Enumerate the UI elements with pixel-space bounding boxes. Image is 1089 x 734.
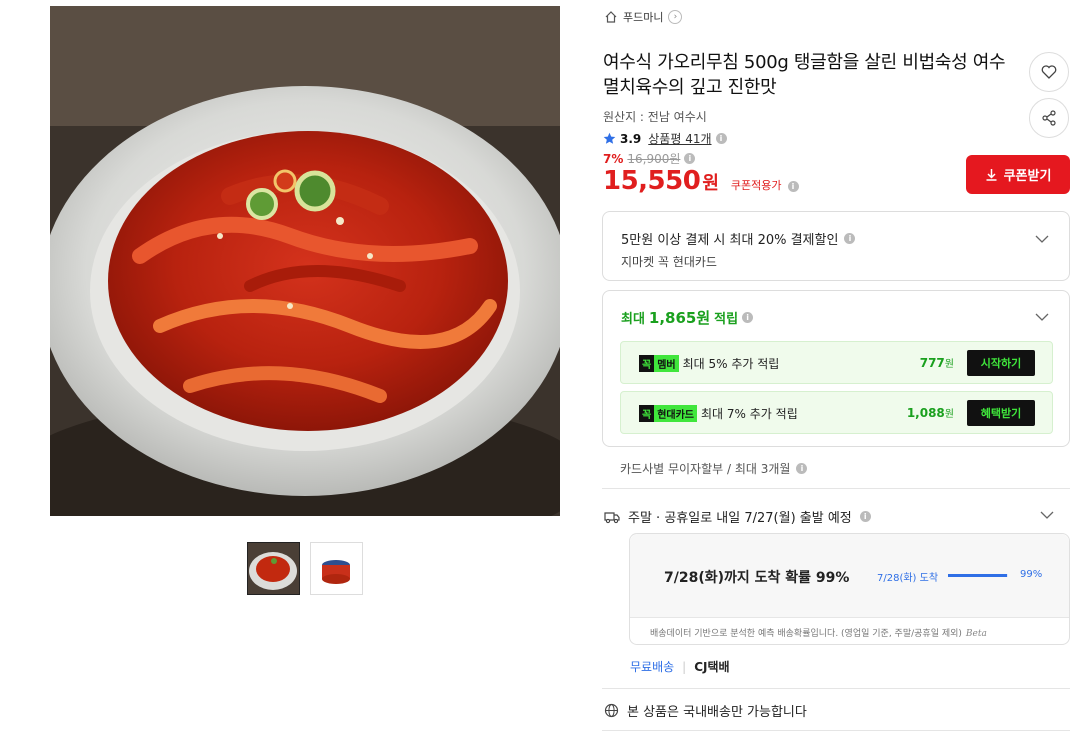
chevron-down-icon[interactable] (1035, 232, 1049, 246)
price-line: 15,550 원 쿠폰적용가 i (603, 166, 799, 196)
arrival-bar-track (948, 574, 1008, 577)
info-icon[interactable]: i (684, 153, 696, 164)
info-icon[interactable]: i (787, 181, 799, 192)
share-button[interactable] (1029, 98, 1069, 138)
info-icon[interactable]: i (859, 511, 871, 522)
main-product-image (50, 6, 560, 516)
shipping-method: 무료배송 | CJ택배 (630, 658, 730, 675)
points-box: 최대 1,865원 적립 i 꼭 멤버 최대 5% 추가 적립 777원 시작하… (602, 290, 1070, 447)
card-points-amount-unit: 원 (944, 409, 954, 420)
installment-info: 카드사별 무이자할부 / 최대 3개월 i (620, 460, 808, 477)
product-photo (50, 6, 560, 516)
free-shipping-label: 무료배송 (630, 660, 675, 674)
hyundai-card-badge: 현대카드 (654, 405, 698, 422)
product-title: 여수식 가오리무침 500g 탱글함을 살린 비법숙성 여수멸치육수의 깊고 진… (603, 52, 1006, 98)
divider (602, 488, 1070, 489)
arrival-bar-fill (948, 574, 1008, 577)
domestic-shipping-notice: 본 상품은 국내배송만 가능합니다 (604, 701, 807, 720)
get-coupon-label: 쿠폰받기 (1003, 169, 1052, 184)
divider (602, 730, 1070, 731)
arrival-note: 배송데이터 기반으로 분석한 예측 배송확률입니다. (영업일 기준, 주말/공… (650, 626, 987, 639)
card-discount-text: 5만원 이상 결제 시 최대 20% 결제할인 (621, 233, 839, 248)
card-points-amount: 1,088원 (907, 405, 954, 420)
arrival-note-text: 배송데이터 기반으로 분석한 예측 배송확률입니다. (영업일 기준, 주말/공… (650, 629, 962, 639)
points-heading: 최대 1,865원 적립 i (621, 307, 754, 328)
membership-amount: 777원 (920, 355, 954, 370)
badge-prefix: 꼭 (639, 355, 655, 372)
points-prefix: 최대 (621, 312, 645, 327)
beta-label: Beta (965, 629, 987, 639)
origin-text: 원산지 : 전남 여수시 (603, 110, 707, 124)
membership-amount-unit: 원 (944, 359, 954, 370)
start-membership-button[interactable]: 시작하기 (967, 350, 1035, 376)
carrier-name: CJ택배 (694, 660, 730, 674)
get-coupon-button[interactable]: 쿠폰받기 (966, 155, 1070, 194)
share-icon (1042, 110, 1056, 126)
thumbnail-1[interactable] (247, 542, 300, 595)
points-suffix: 적립 (714, 312, 739, 327)
thumbnail-1-image (248, 543, 299, 594)
info-icon[interactable]: i (742, 312, 754, 323)
card-points-row: 꼭 현대카드 최대 7% 추가 적립 1,088원 혜택받기 (620, 391, 1053, 434)
arrival-bar-percent: 99% (1020, 569, 1043, 580)
discount-line: 7% 16,900원 i (603, 150, 696, 167)
shipping-schedule: 주말 · 공휴일로 내일 7/27(월) 출발 예정 i (604, 507, 871, 526)
truck-icon (604, 511, 620, 523)
rating: 3.9 상품평 41개 i (603, 130, 727, 147)
download-icon (986, 169, 997, 181)
membership-badge: 멤버 (654, 355, 679, 372)
shipping-schedule-text: 주말 · 공휴일로 내일 7/27(월) 출발 예정 (628, 511, 852, 526)
card-points-desc: 최대 7% 추가 적립 (701, 407, 798, 421)
heart-icon (1041, 65, 1057, 79)
sale-price: 15,550 (603, 166, 701, 196)
info-icon[interactable]: i (844, 233, 856, 244)
membership-points-row: 꼭 멤버 최대 5% 추가 적립 777원 시작하기 (620, 341, 1053, 384)
chevron-down-icon[interactable] (1040, 508, 1054, 522)
get-benefit-button[interactable]: 혜택받기 (967, 400, 1035, 426)
points-max-amount: 1,865원 (648, 309, 711, 327)
original-price: 16,900원 (627, 152, 681, 166)
info-icon[interactable]: i (715, 133, 727, 144)
card-name: 지마켓 꼭 현대카드 (621, 255, 717, 269)
globe-icon (604, 703, 619, 718)
domestic-shipping-text: 본 상품은 국내배송만 가능합니다 (627, 705, 807, 720)
thumbnail-2-image (311, 543, 362, 594)
arrival-probability-box: 7/28(화)까지 도착 확률 99% 7/28(화) 도착 99% 배송데이터… (629, 533, 1070, 645)
chevron-down-icon[interactable] (1035, 310, 1049, 324)
badge-prefix: 꼭 (639, 405, 655, 422)
star-icon (603, 132, 616, 144)
like-button[interactable] (1029, 52, 1069, 92)
shop-name: 푸드마니 (623, 11, 664, 24)
membership-desc: 최대 5% 추가 적립 (682, 357, 780, 371)
thumbnail-2[interactable] (310, 542, 363, 595)
review-count-link[interactable]: 상품평 41개 (648, 130, 711, 147)
rating-score: 3.9 (620, 131, 642, 146)
arrival-bar-label: 7/28(화) 도착 (877, 573, 939, 584)
discount-rate: 7% (603, 151, 624, 166)
card-discount-box[interactable]: 5만원 이상 결제 시 최대 20% 결제할인 i 지마켓 꼭 현대카드 (602, 211, 1070, 281)
price-unit: 원 (702, 173, 719, 194)
installment-text: 카드사별 무이자할부 / 최대 3개월 (620, 462, 791, 476)
chevron-right-icon: › (668, 10, 683, 24)
card-points-amount-value: 1,088 (906, 406, 945, 420)
separator: | (682, 659, 687, 674)
divider (602, 688, 1070, 689)
home-icon (605, 11, 617, 23)
coupon-price-label: 쿠폰적용가 (730, 179, 782, 192)
info-icon[interactable]: i (796, 463, 808, 474)
shop-link[interactable]: 푸드마니 › (604, 9, 683, 25)
membership-amount-value: 777 (919, 356, 945, 370)
arrival-probability-title: 7/28(화)까지 도착 확률 99% (664, 570, 850, 586)
